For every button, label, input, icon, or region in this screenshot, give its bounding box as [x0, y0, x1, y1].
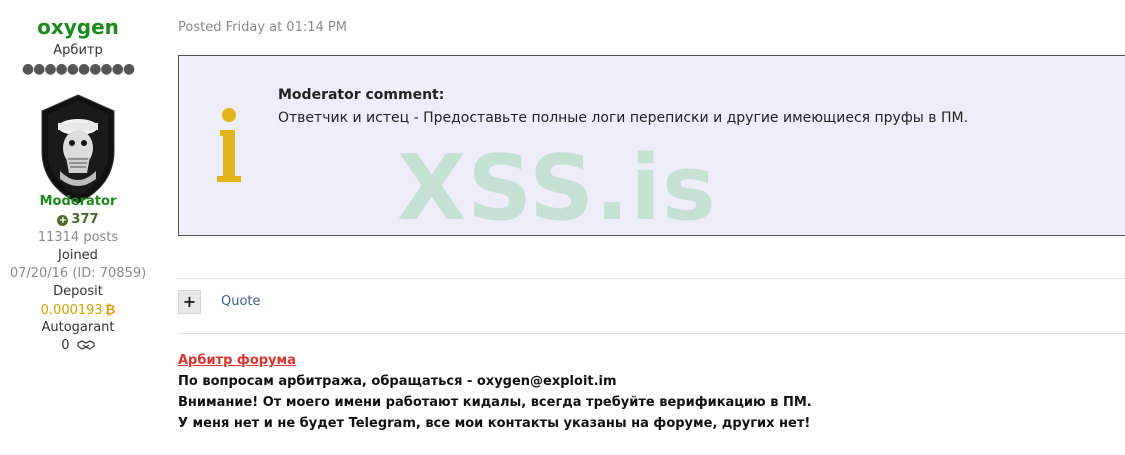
- quote-link[interactable]: Quote: [221, 294, 261, 309]
- post-count: 11314 posts: [37, 230, 119, 245]
- moderator-comment-box: Moderator comment: Ответчик и истец - Пр…: [178, 55, 1125, 241]
- watermark: XSS.is: [397, 136, 717, 241]
- moderator-comment-title: Moderator comment:: [278, 87, 445, 103]
- joined-label: Joined: [58, 248, 98, 263]
- autogarant-label: Autogarant: [41, 320, 115, 335]
- username[interactable]: oxygen: [0, 15, 156, 39]
- info-icon: [217, 108, 241, 182]
- deposit-amount: 0.000193: [40, 303, 103, 318]
- signature-line: По вопросам арбитража, обращаться - oxyg…: [178, 374, 617, 389]
- autogarant-count: 0: [61, 338, 70, 353]
- handshake-icon: [77, 340, 95, 350]
- reputation-value: 377: [71, 212, 99, 227]
- deposit-label: Deposit: [53, 284, 103, 299]
- plus-button[interactable]: +: [178, 290, 201, 314]
- signature-line: Внимание! От моего имени работают кидалы…: [178, 395, 812, 410]
- user-title: Арбитр: [53, 43, 103, 58]
- deposit-value: 0.000193 ₿: [0, 302, 156, 318]
- bitcoin-icon: ₿: [104, 303, 116, 318]
- signature-title[interactable]: Арбитр форума: [178, 353, 296, 368]
- divider: [178, 333, 1125, 334]
- moderator-comment-text: Ответчик и истец - Предоставьте полные л…: [278, 110, 969, 126]
- post-date: Posted Friday at 01:14 PM: [178, 20, 347, 35]
- avatar[interactable]: [38, 93, 118, 205]
- joined-value: 07/20/16 (ID: 70859): [9, 266, 147, 281]
- plus-circle-icon: +: [57, 215, 69, 226]
- reputation: +377: [0, 212, 156, 227]
- user-sidebar: oxygen Арбитр ●●●●●●●●●● Moderator +377 …: [0, 0, 156, 455]
- user-role: Moderator: [39, 194, 117, 209]
- signature-line: У меня нет и не будет Telegram, все мои …: [178, 416, 811, 431]
- rank-dots: ●●●●●●●●●●: [21, 61, 135, 77]
- autogarant-value: 0: [0, 338, 156, 353]
- divider: [178, 278, 1125, 279]
